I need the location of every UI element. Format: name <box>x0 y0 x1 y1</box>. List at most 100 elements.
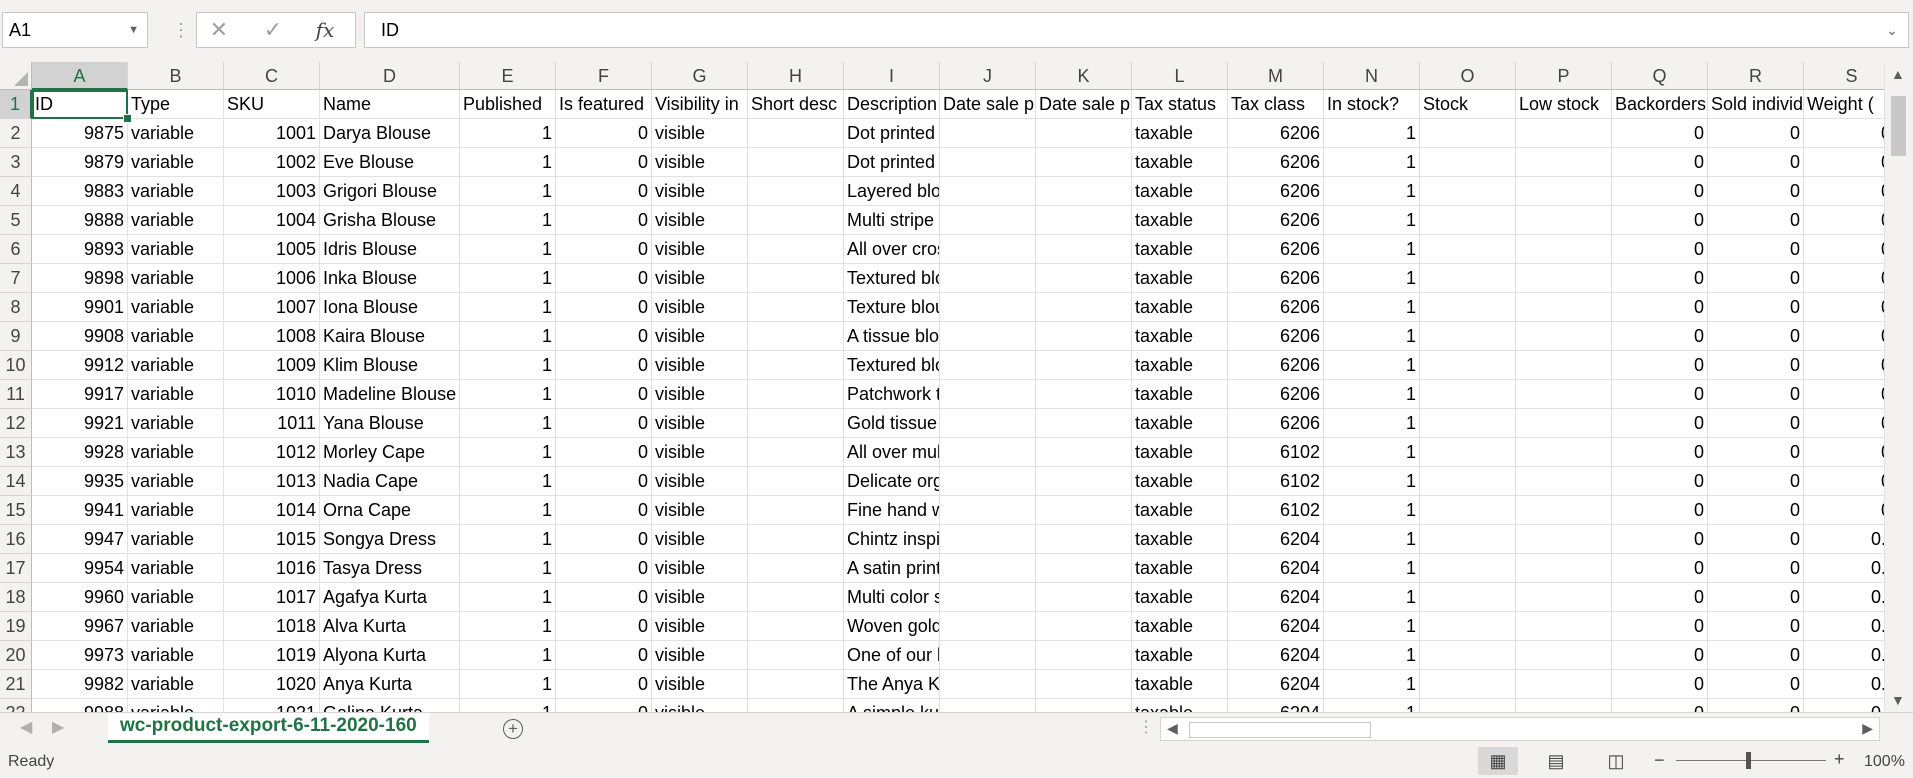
table-cell[interactable] <box>748 670 844 699</box>
table-cell[interactable]: Multi color stripe kurta with da <box>844 583 940 612</box>
table-cell[interactable] <box>1036 264 1132 293</box>
table-cell[interactable]: taxable <box>1132 322 1228 351</box>
table-cell[interactable]: variable <box>128 235 224 264</box>
table-cell[interactable]: 1018 <box>224 612 320 641</box>
table-cell[interactable]: visible <box>652 438 748 467</box>
vertical-scrollbar[interactable]: ▲ ▼ <box>1884 62 1913 712</box>
table-cell[interactable]: 0 <box>556 409 652 438</box>
row-header[interactable]: 12 <box>0 409 32 438</box>
header-cell[interactable]: SKU <box>224 90 320 119</box>
table-cell[interactable] <box>748 699 844 712</box>
table-cell[interactable]: visible <box>652 525 748 554</box>
table-cell[interactable]: 0 <box>1612 380 1708 409</box>
table-cell[interactable]: 1020 <box>224 670 320 699</box>
row-header[interactable]: 2 <box>0 119 32 148</box>
table-cell[interactable]: 9954 <box>32 554 128 583</box>
table-cell[interactable] <box>1420 641 1516 670</box>
table-cell[interactable] <box>940 148 1036 177</box>
table-cell[interactable]: 0 <box>556 467 652 496</box>
insert-function-icon[interactable]: fx <box>305 13 345 47</box>
table-cell[interactable]: 6206 <box>1228 177 1324 206</box>
chevron-down-icon[interactable]: ▼ <box>128 13 139 47</box>
row-header[interactable]: 3 <box>0 148 32 177</box>
table-cell[interactable]: variable <box>128 148 224 177</box>
header-cell[interactable]: Backorders <box>1612 90 1708 119</box>
table-cell[interactable]: 0 <box>1708 322 1804 351</box>
table-cell[interactable] <box>1036 177 1132 206</box>
table-cell[interactable]: taxable <box>1132 467 1228 496</box>
row-header[interactable]: 16 <box>0 525 32 554</box>
table-cell[interactable] <box>748 235 844 264</box>
table-cell[interactable]: 0.2 <box>1804 699 1884 712</box>
table-cell[interactable] <box>1036 351 1132 380</box>
header-cell[interactable]: Sold individually <box>1708 90 1804 119</box>
table-cell[interactable]: 1 <box>1324 612 1420 641</box>
column-header-a[interactable]: A <box>32 62 128 90</box>
column-header-c[interactable]: C <box>224 62 320 90</box>
table-cell[interactable]: Dot printed blouse with a contr <box>844 119 940 148</box>
table-cell[interactable] <box>1420 612 1516 641</box>
table-cell[interactable] <box>1516 554 1612 583</box>
table-cell[interactable]: visible <box>652 177 748 206</box>
table-cell[interactable]: variable <box>128 264 224 293</box>
table-cell[interactable]: 6206 <box>1228 380 1324 409</box>
table-cell[interactable]: Galina Kurta <box>320 699 460 712</box>
table-cell[interactable] <box>748 641 844 670</box>
table-cell[interactable]: 0 <box>556 525 652 554</box>
row-header[interactable]: 18 <box>0 583 32 612</box>
table-cell[interactable]: variable <box>128 380 224 409</box>
table-cell[interactable] <box>1420 322 1516 351</box>
table-cell[interactable] <box>1420 467 1516 496</box>
table-cell[interactable]: 1001 <box>224 119 320 148</box>
table-cell[interactable]: 1019 <box>224 641 320 670</box>
table-cell[interactable] <box>1420 583 1516 612</box>
table-cell[interactable]: taxable <box>1132 641 1228 670</box>
table-cell[interactable]: variable <box>128 699 224 712</box>
table-cell[interactable] <box>940 235 1036 264</box>
table-cell[interactable]: 1015 <box>224 525 320 554</box>
table-cell[interactable]: 6204 <box>1228 583 1324 612</box>
table-cell[interactable] <box>940 206 1036 235</box>
table-cell[interactable]: 0 <box>556 148 652 177</box>
table-cell[interactable] <box>1036 525 1132 554</box>
table-cell[interactable]: Kaira Blouse <box>320 322 460 351</box>
formula-input[interactable]: ID ⌄ <box>364 12 1909 48</box>
header-cell[interactable]: Description <box>844 90 940 119</box>
header-cell[interactable]: Stock <box>1420 90 1516 119</box>
table-cell[interactable]: taxable <box>1132 148 1228 177</box>
row-header[interactable]: 6 <box>0 235 32 264</box>
tab-splitter-icon[interactable]: ⋮ <box>1138 717 1154 737</box>
table-cell[interactable] <box>748 525 844 554</box>
table-cell[interactable]: 0.2 <box>1804 583 1884 612</box>
table-cell[interactable]: 0 <box>1708 612 1804 641</box>
page-break-icon[interactable]: ◫ <box>1596 747 1636 775</box>
table-cell[interactable]: variable <box>128 293 224 322</box>
table-cell[interactable]: 0.2 <box>1804 612 1884 641</box>
table-cell[interactable]: Klim Blouse <box>320 351 460 380</box>
table-cell[interactable]: 1 <box>1324 293 1420 322</box>
table-cell[interactable]: 0.2 <box>1804 641 1884 670</box>
table-cell[interactable]: visible <box>652 699 748 712</box>
table-cell[interactable]: variable <box>128 119 224 148</box>
table-cell[interactable]: Anya Kurta <box>320 670 460 699</box>
table-cell[interactable]: 0 <box>1612 148 1708 177</box>
table-cell[interactable]: 0 <box>1612 525 1708 554</box>
table-cell[interactable] <box>940 699 1036 712</box>
table-cell[interactable]: 0 <box>1708 177 1804 206</box>
table-cell[interactable] <box>748 467 844 496</box>
table-cell[interactable]: Alva Kurta <box>320 612 460 641</box>
column-header-s[interactable]: S <box>1804 62 1884 90</box>
table-cell[interactable] <box>1420 699 1516 712</box>
table-cell[interactable]: 1 <box>1324 525 1420 554</box>
table-cell[interactable]: 0 <box>1708 641 1804 670</box>
table-cell[interactable] <box>1420 554 1516 583</box>
scroll-down-icon[interactable]: ▼ <box>1891 692 1905 708</box>
table-cell[interactable]: 9928 <box>32 438 128 467</box>
table-cell[interactable] <box>940 409 1036 438</box>
cancel-icon[interactable]: ✕ <box>199 13 239 47</box>
table-cell[interactable]: taxable <box>1132 293 1228 322</box>
table-cell[interactable]: 0 <box>1612 322 1708 351</box>
table-cell[interactable]: 0 <box>556 699 652 712</box>
table-cell[interactable]: 0. <box>1804 351 1884 380</box>
table-cell[interactable] <box>1420 235 1516 264</box>
